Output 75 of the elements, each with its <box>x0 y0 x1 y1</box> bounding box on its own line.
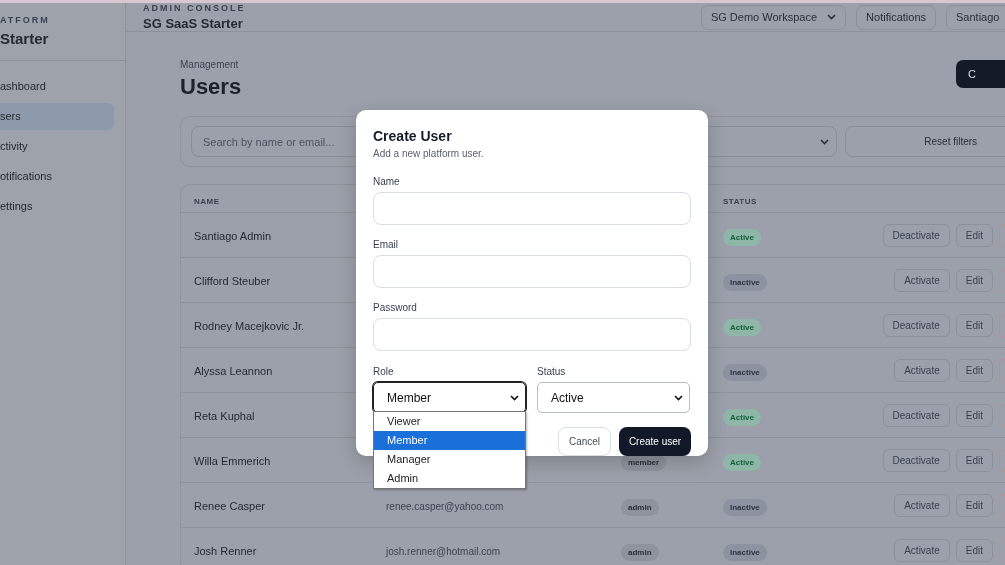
name-cell: Clifford Steuber <box>194 275 271 287</box>
dropdown-option[interactable]: Manager <box>374 450 525 469</box>
dialog-title: Create User <box>373 128 453 144</box>
breadcrumb: Management <box>180 59 240 70</box>
status-toggle-button[interactable]: Deactivate <box>882 403 950 427</box>
role-badge: admin <box>621 544 659 561</box>
cancel-button[interactable]: Cancel <box>558 427 611 456</box>
sidebar-item[interactable]: ctivity <box>0 133 114 160</box>
status-badge: Inactive <box>723 364 767 381</box>
status-toggle-button[interactable]: Activate <box>894 268 950 292</box>
edit-button[interactable]: Edit <box>955 403 993 427</box>
input-field[interactable] <box>373 255 691 288</box>
chevron-icon <box>674 394 683 401</box>
status-toggle-button[interactable]: Activate <box>894 358 950 382</box>
role-badge: admin <box>621 499 659 516</box>
status-badge: Inactive <box>723 499 767 516</box>
edit-button[interactable]: Edit <box>955 538 993 562</box>
dialog-subtitle: Add a new platform user. <box>373 148 485 159</box>
field-label: Role <box>373 366 395 377</box>
primary-action-button[interactable]: C <box>956 60 1005 88</box>
name-cell: Reta Kuphal <box>194 410 255 422</box>
input-field[interactable] <box>373 318 691 351</box>
name-cell: Rodney Macejkovic Jr. <box>194 320 305 332</box>
status-badge: Inactive <box>723 274 767 291</box>
reset-filters-button[interactable]: Reset filters <box>845 126 1005 157</box>
status-badge: Active <box>723 409 761 426</box>
chevron-icon <box>820 138 830 145</box>
sidebar-item[interactable]: ashboard <box>0 73 114 100</box>
edit-button[interactable]: Edit <box>955 313 993 337</box>
dropdown-option[interactable]: Viewer <box>374 412 525 431</box>
edit-button[interactable]: Edit <box>955 268 993 292</box>
name-cell: Alyssa Leannon <box>194 365 273 377</box>
page-title: Users <box>180 74 242 100</box>
workspace-select[interactable]: SG Demo Workspace <box>700 4 847 30</box>
status-toggle-button[interactable]: Activate <box>894 538 950 562</box>
dropdown-option[interactable]: Member <box>374 431 525 450</box>
edit-button[interactable]: Edit <box>955 493 993 517</box>
edit-button[interactable]: Edit <box>955 358 993 382</box>
field-label: Name <box>373 176 401 187</box>
dropdown-option[interactable]: Admin <box>374 469 525 488</box>
email-cell: renee.casper@yahoo.com <box>386 501 504 512</box>
status-badge: Active <box>723 319 761 336</box>
column-header: STATUS <box>723 196 757 206</box>
status-badge: Inactive <box>723 544 767 561</box>
app-title: SG SaaS Starter <box>143 16 244 31</box>
edit-button[interactable]: Edit <box>955 448 993 472</box>
status-toggle-button[interactable]: Deactivate <box>882 313 950 337</box>
edit-button[interactable]: Edit <box>955 223 993 247</box>
status-select[interactable]: Active <box>537 382 690 413</box>
name-cell: Josh Renner <box>194 545 257 557</box>
brand-kicker: ATFORM <box>0 15 51 25</box>
name-cell: Willa Emmerich <box>194 455 271 467</box>
create-user-submit-button[interactable]: Create user <box>619 427 691 456</box>
name-cell: Santiago Admin <box>194 230 272 242</box>
sidebar-item[interactable]: otifications <box>0 163 114 190</box>
status-toggle-button[interactable]: Deactivate <box>882 448 950 472</box>
brand-name: Starter <box>0 30 50 47</box>
sidebar-item[interactable]: ettings <box>0 193 114 220</box>
input-field[interactable] <box>373 192 691 225</box>
status-toggle-button[interactable]: Deactivate <box>882 223 950 247</box>
email-cell: josh.renner@hotmail.com <box>386 546 501 557</box>
field-label: Password <box>373 302 418 313</box>
user-menu-button[interactable]: Santiago <box>946 4 1005 30</box>
chevron-icon <box>827 14 837 20</box>
field-label: Email <box>373 239 399 250</box>
sidebar-item[interactable]: sers <box>0 103 114 130</box>
status-toggle-button[interactable]: Activate <box>894 493 950 517</box>
notifications-button[interactable]: Notifications <box>856 4 936 30</box>
status-badge: Active <box>723 229 761 246</box>
chevron-icon <box>510 394 519 401</box>
name-cell: Renee Casper <box>194 500 265 512</box>
column-header: NAME <box>194 196 220 206</box>
field-label: Status <box>537 366 567 377</box>
status-badge: Active <box>723 454 761 471</box>
console-kicker: ADMIN CONSOLE <box>143 3 246 13</box>
